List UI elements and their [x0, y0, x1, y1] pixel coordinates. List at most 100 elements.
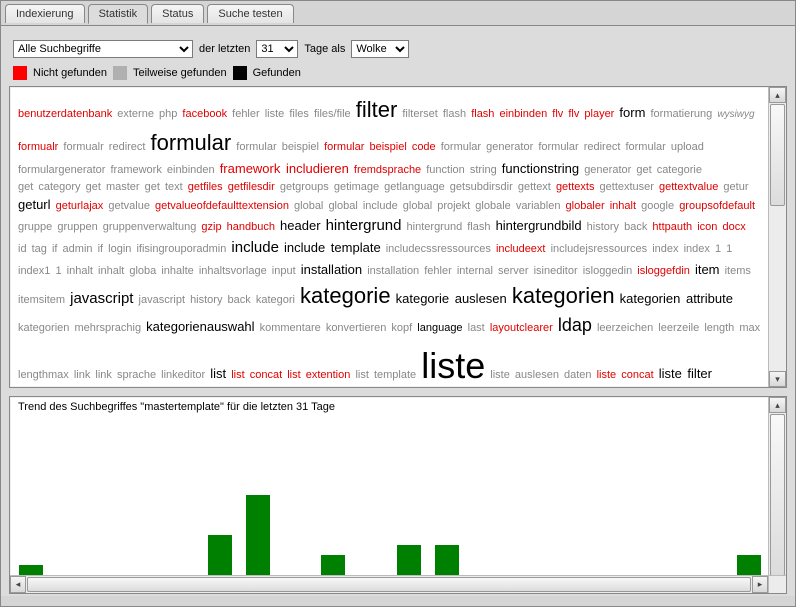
tag-item[interactable]: flash	[443, 108, 466, 120]
tag-item[interactable]: fremdsprache	[354, 164, 421, 176]
tag-item[interactable]: includecssressources	[386, 243, 491, 255]
tag-item[interactable]: inhalt globa	[98, 265, 156, 277]
tag-item[interactable]: internal server	[457, 265, 529, 277]
tag-item[interactable]: filterset	[402, 108, 437, 120]
tag-item[interactable]: gettext	[518, 181, 551, 193]
tag-item[interactable]: get master	[86, 181, 140, 193]
tag-item[interactable]: linkeditor	[161, 369, 205, 381]
tag-item[interactable]: link	[74, 369, 91, 381]
tag-item[interactable]: inhaltsvorlage	[199, 265, 267, 277]
tag-item[interactable]: icon	[697, 221, 717, 233]
tag-item[interactable]: itemsitem	[18, 294, 65, 306]
tag-item[interactable]: getimage	[334, 181, 379, 193]
tag-item[interactable]: httpauth	[652, 221, 692, 233]
tag-item[interactable]: wysiwyg	[717, 109, 754, 120]
tag-item[interactable]: includeext	[496, 243, 546, 255]
tag-item[interactable]: handbuch	[227, 221, 275, 233]
tag-item[interactable]: google	[641, 200, 674, 212]
tag-item[interactable]: globaler inhalt	[566, 200, 637, 212]
view-mode-select[interactable]: Wolke	[351, 40, 409, 58]
tag-item[interactable]: gettextvalue	[659, 181, 718, 193]
tag-item[interactable]: filter	[356, 97, 398, 122]
tag-item[interactable]: item	[695, 262, 720, 277]
tag-item[interactable]: getfilesdir	[228, 181, 275, 193]
tag-item[interactable]: get category	[18, 181, 81, 193]
tag-item[interactable]: externe php	[117, 108, 177, 120]
tag-item[interactable]: includejsressources	[551, 243, 648, 255]
tag-item[interactable]: header	[280, 218, 320, 233]
tag-item[interactable]: groupsofdefault	[679, 200, 755, 212]
tag-item[interactable]: konvertieren	[326, 322, 387, 334]
tag-item[interactable]: isineditor	[534, 265, 578, 277]
tag-item[interactable]: kategorie	[300, 283, 391, 308]
tag-item[interactable]: include	[231, 239, 279, 256]
tag-item[interactable]: geturlajax	[56, 200, 104, 212]
tag-item[interactable]: hintergrund flash	[407, 221, 491, 233]
tag-item[interactable]: getsubdirsdir	[450, 181, 513, 193]
tag-item[interactable]: last	[468, 322, 485, 334]
tag-item[interactable]: input	[272, 265, 296, 277]
tag-item[interactable]: liste	[421, 345, 485, 385]
tag-item[interactable]: formular beispiel code	[324, 141, 436, 153]
tag-item[interactable]: mehrsprachig	[74, 322, 141, 334]
tag-item[interactable]: id tag	[18, 243, 47, 255]
tag-item[interactable]: hintergrund	[326, 217, 402, 234]
tag-item[interactable]: leerzeichen	[597, 322, 653, 334]
tag-item[interactable]: formular	[151, 130, 232, 155]
tag-item[interactable]: gruppenverwaltung	[103, 221, 197, 233]
tag-item[interactable]: length max	[704, 322, 760, 334]
trend-scroll-left-button[interactable]: ◂	[10, 576, 26, 593]
scroll-up-button[interactable]: ▴	[769, 87, 786, 103]
trend-hscrollbar[interactable]: ◂ ▸	[10, 575, 768, 593]
tag-item[interactable]: flv player	[568, 108, 614, 120]
cloud-scroll-thumb[interactable]	[770, 104, 785, 206]
tag-item[interactable]: liste filter	[659, 366, 712, 381]
tag-item[interactable]: gettexts	[556, 181, 595, 193]
tag-item[interactable]: gruppe	[18, 221, 52, 233]
tag-item[interactable]: items	[725, 265, 751, 277]
tag-item[interactable]: getlanguage	[384, 181, 445, 193]
tag-item[interactable]: formatierung	[650, 108, 712, 120]
tag-item[interactable]: kommentare	[260, 322, 321, 334]
scope-select[interactable]: Alle Suchbegriffe	[13, 40, 193, 58]
tag-item[interactable]: back	[228, 294, 251, 306]
tag-item[interactable]: getur	[723, 181, 748, 193]
tag-item[interactable]: function string	[426, 164, 496, 176]
tag-item[interactable]: functionstring	[502, 161, 579, 176]
tag-item[interactable]: kategorien attribute	[620, 291, 733, 306]
tag-item[interactable]: formualr redirect	[63, 141, 145, 153]
tag-item[interactable]: fehler liste files	[232, 108, 309, 120]
tag-item[interactable]: formualr	[18, 141, 58, 153]
tag-item[interactable]: formular beispiel	[236, 141, 319, 153]
tag-item[interactable]: global projekt	[403, 200, 470, 212]
tag-item[interactable]: global include	[328, 200, 397, 212]
tag-item[interactable]: index 1 1	[684, 243, 733, 255]
tag-item[interactable]: hintergrundbild	[496, 218, 582, 233]
tag-item[interactable]: gzip	[201, 221, 221, 233]
trend-vscroll-thumb[interactable]	[770, 414, 785, 576]
tag-item[interactable]: formular generator	[441, 141, 534, 153]
tag-item[interactable]: flv	[552, 108, 563, 120]
tag-item[interactable]: isloggefdin	[637, 265, 690, 277]
tag-item[interactable]: daten	[564, 369, 592, 381]
tag-item[interactable]: ldap	[558, 315, 592, 335]
tag-item[interactable]: kategorienauswahl	[146, 319, 254, 334]
tag-item[interactable]: kategori	[256, 294, 295, 306]
tag-item[interactable]: javascript	[70, 290, 133, 307]
tag-item[interactable]: history back	[587, 221, 648, 233]
tag-item[interactable]: installation	[301, 262, 362, 277]
tag-item[interactable]: extention	[306, 369, 351, 381]
tag-item[interactable]: generator	[584, 164, 631, 176]
tag-item[interactable]: docx	[722, 221, 745, 233]
tag-item[interactable]: index1 1	[18, 265, 62, 277]
tag-item[interactable]: include template	[284, 240, 381, 255]
tag-item[interactable]: lengthmax	[18, 369, 69, 381]
tag-item[interactable]: globale variablen	[475, 200, 560, 212]
trend-vscrollbar[interactable]: ▴ ▾	[768, 397, 786, 593]
tag-item[interactable]: liste auslesen	[490, 369, 559, 381]
tag-item[interactable]: inhalt	[67, 265, 93, 277]
tag-item[interactable]: if login	[98, 243, 132, 255]
tab-indexierung[interactable]: Indexierung	[5, 4, 85, 23]
tag-item[interactable]: language	[417, 322, 462, 334]
tag-item[interactable]: list	[210, 366, 226, 381]
